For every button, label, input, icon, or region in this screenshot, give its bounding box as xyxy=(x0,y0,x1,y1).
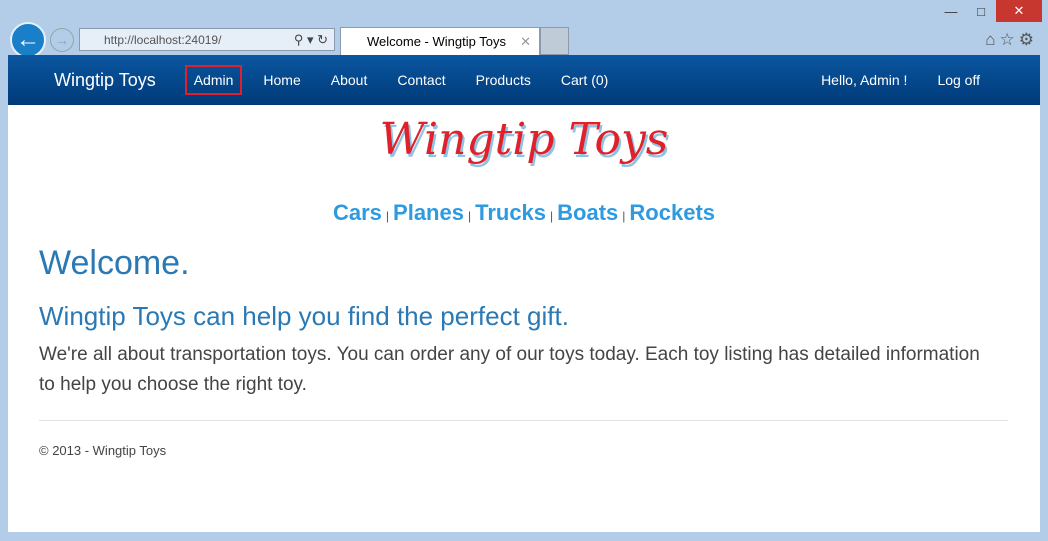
back-button[interactable]: ← xyxy=(10,22,46,58)
new-tab-button[interactable] xyxy=(540,27,569,55)
url-host: http://localhost xyxy=(104,32,182,47)
separator: | xyxy=(385,209,390,223)
brand-link[interactable]: Wingtip Toys xyxy=(54,70,156,91)
page: Wingtip Toys Admin Home About Contact Pr… xyxy=(8,55,1040,532)
separator: | xyxy=(622,209,626,223)
divider xyxy=(39,420,1008,421)
nav-about[interactable]: About xyxy=(331,72,368,88)
nav-admin[interactable]: Admin xyxy=(184,65,243,95)
close-tab-icon[interactable]: ✕ xyxy=(520,34,531,50)
category-planes[interactable]: Planes xyxy=(393,200,464,225)
page-subtitle: Wingtip Toys can help you find the perfe… xyxy=(39,301,569,331)
separator: | xyxy=(550,209,554,223)
logoff-link[interactable]: Log off xyxy=(937,72,980,88)
category-menu: Cars | Planes | Trucks | Boats | Rockets xyxy=(8,200,1040,226)
separator: | xyxy=(467,209,472,223)
category-boats[interactable]: Boats xyxy=(557,200,618,225)
greeting-link[interactable]: Hello, Admin ! xyxy=(821,72,907,88)
nav-cart[interactable]: Cart (0) xyxy=(561,72,608,88)
address-bar[interactable]: http://localhost:24019/ ⚲ ▾ ↻ xyxy=(79,28,335,51)
nav-products[interactable]: Products xyxy=(476,72,531,88)
close-button[interactable]: ✕ xyxy=(996,0,1042,22)
lead-text: We're all about transportation toys. You… xyxy=(39,344,980,395)
forward-button[interactable]: → xyxy=(50,28,74,52)
browser-tools: ⌂☆⚙ xyxy=(985,30,1038,50)
gear-icon[interactable]: ⚙ xyxy=(1019,30,1038,49)
category-cars[interactable]: Cars xyxy=(333,200,382,225)
logo: Wingtip Toys xyxy=(379,114,669,165)
category-trucks[interactable]: Trucks xyxy=(475,200,546,225)
maximize-button[interactable]: □ xyxy=(966,0,996,22)
nav-home[interactable]: Home xyxy=(263,72,300,88)
tab-title: Welcome - Wingtip Toys xyxy=(367,34,506,49)
browser-tab[interactable]: Welcome - Wingtip Toys ✕ xyxy=(340,27,540,55)
url-port: :24019/ xyxy=(181,32,222,47)
home-icon[interactable]: ⌂ xyxy=(985,30,999,49)
page-title: Welcome. xyxy=(39,244,190,282)
favorites-icon[interactable]: ☆ xyxy=(1000,30,1019,49)
footer: © 2013 - Wingtip Toys xyxy=(39,443,167,458)
search-refresh-icons[interactable]: ⚲ ▾ ↻ xyxy=(294,32,328,48)
category-rockets[interactable]: Rockets xyxy=(629,200,715,225)
nav-contact[interactable]: Contact xyxy=(397,72,445,88)
minimize-button[interactable]: — xyxy=(936,0,966,22)
navbar: Wingtip Toys Admin Home About Contact Pr… xyxy=(8,55,1040,105)
window-controls: — □ ✕ xyxy=(936,0,1042,22)
